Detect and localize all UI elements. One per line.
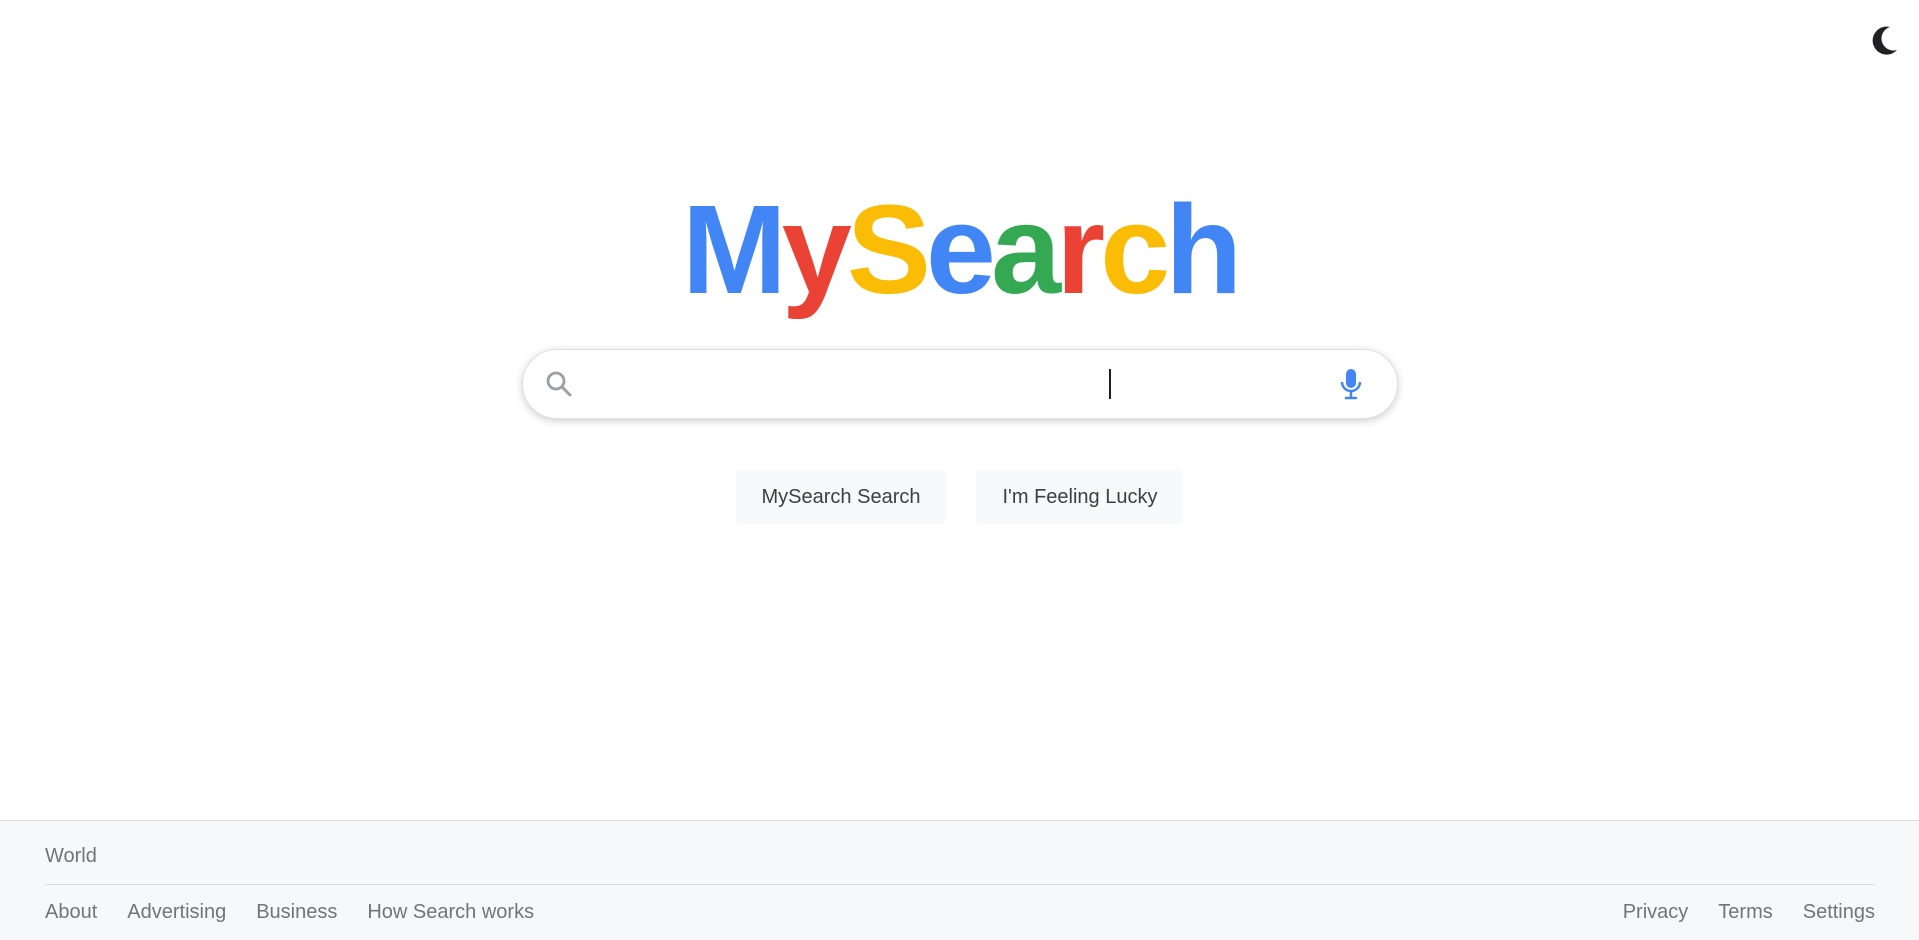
- feeling-lucky-button[interactable]: I'm Feeling Lucky: [976, 470, 1184, 524]
- footer-divider: [45, 884, 1875, 885]
- microphone-icon[interactable]: [1335, 366, 1367, 402]
- logo-letter: S: [846, 179, 931, 320]
- logo-letter: a: [991, 179, 1061, 320]
- moon-icon: [1872, 26, 1897, 55]
- page: MySearch MySearch Search I'm Feeling Luc…: [0, 0, 1919, 940]
- footer-link-about[interactable]: About: [45, 901, 97, 924]
- footer-link-how-search-works[interactable]: How Search works: [367, 901, 534, 924]
- search-buttons: MySearch Search I'm Feeling Lucky: [0, 470, 1919, 524]
- logo: MySearch: [0, 185, 1919, 315]
- logo-letter: r: [1056, 179, 1105, 320]
- footer-link-terms[interactable]: Terms: [1718, 901, 1772, 924]
- theme-toggle-button[interactable]: [1865, 22, 1901, 58]
- search-box: [522, 349, 1398, 419]
- search-icon: [543, 368, 575, 400]
- footer-link-privacy[interactable]: Privacy: [1623, 901, 1689, 924]
- text-cursor: [1109, 369, 1111, 399]
- logo-letter: y: [781, 179, 852, 320]
- footer-link-business[interactable]: Business: [256, 901, 337, 924]
- logo-letter: e: [925, 179, 996, 320]
- search-button[interactable]: MySearch Search: [735, 470, 947, 524]
- footer-link-advertising[interactable]: Advertising: [127, 901, 226, 924]
- footer-links-left: About Advertising Business How Search wo…: [45, 901, 534, 924]
- logo-letter: M: [681, 179, 787, 320]
- footer-link-settings[interactable]: Settings: [1803, 901, 1875, 924]
- footer-country: World: [45, 845, 97, 867]
- search-input[interactable]: [575, 350, 1335, 418]
- logo-letter: h: [1165, 179, 1242, 320]
- footer: World About Advertising Business How Sea…: [0, 820, 1919, 940]
- logo-letter: c: [1100, 179, 1170, 320]
- footer-links-right: Privacy Terms Settings: [1623, 901, 1875, 924]
